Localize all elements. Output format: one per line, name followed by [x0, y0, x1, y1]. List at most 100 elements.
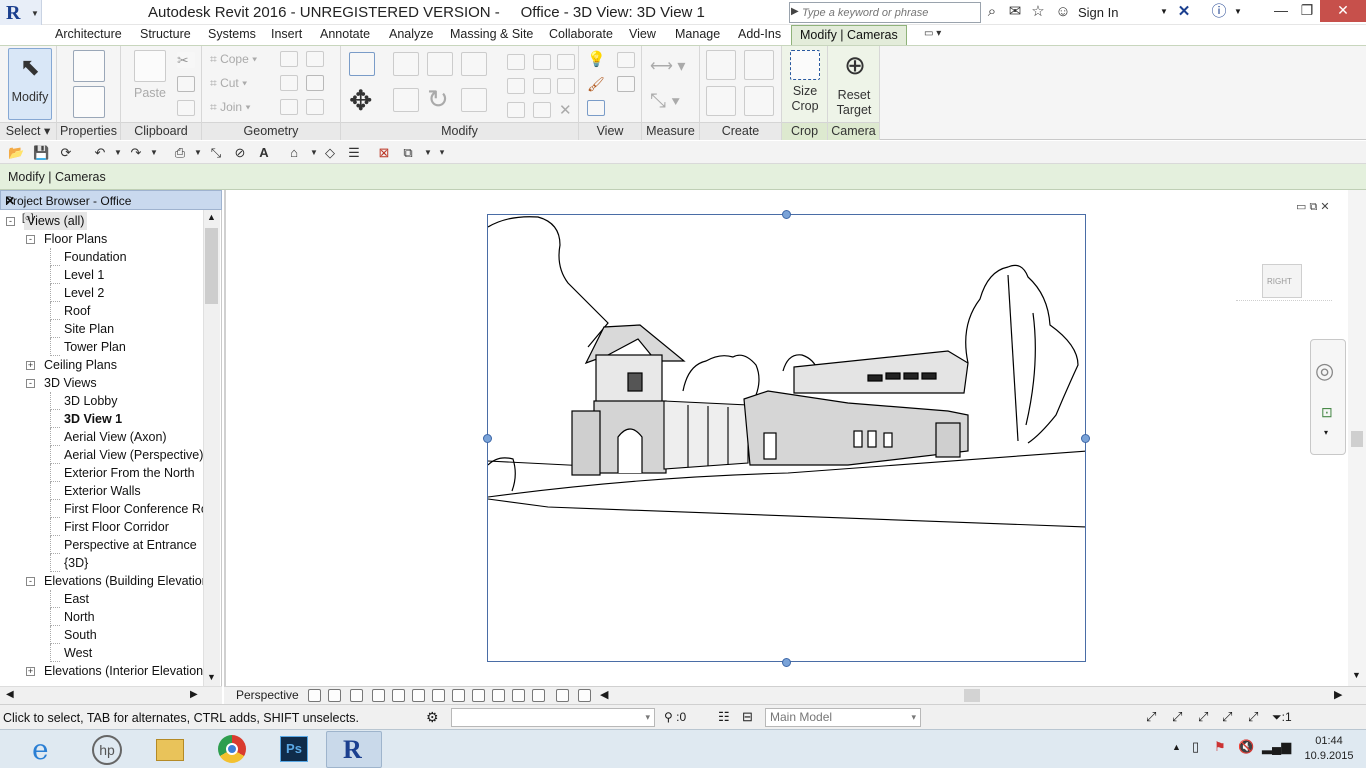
- minimize-button[interactable]: —: [1268, 0, 1294, 22]
- hide-element-icon[interactable]: [587, 100, 605, 116]
- tree-category[interactable]: Ceiling Plans: [44, 356, 117, 374]
- close-hidden-windows-icon[interactable]: ⊠: [376, 145, 392, 160]
- select-by-face-icon[interactable]: ⤢: [1222, 709, 1232, 725]
- editing-requests-icon[interactable]: ☷: [718, 709, 730, 725]
- open-icon[interactable]: 📂: [8, 145, 24, 160]
- temp-hide-icon[interactable]: [472, 689, 485, 702]
- scroll-left-icon[interactable]: ◀: [6, 689, 14, 700]
- ribbon-minimize-toggle[interactable]: ▭ ▾: [924, 28, 948, 42]
- tree-item[interactable]: West: [64, 644, 92, 662]
- tree-item[interactable]: {3D}: [64, 554, 88, 572]
- tray-device-icon[interactable]: ▯: [1192, 739, 1199, 755]
- user-icon[interactable]: ☺: [1054, 3, 1072, 21]
- collapse-icon[interactable]: -: [26, 235, 35, 244]
- text-icon[interactable]: A: [256, 145, 272, 160]
- thin-lines-icon[interactable]: ☰: [346, 145, 362, 160]
- viewcube[interactable]: RIGHT: [1236, 264, 1332, 304]
- tab-massing-site[interactable]: Massing & Site: [450, 27, 533, 41]
- hp-icon[interactable]: hp: [80, 731, 136, 768]
- tab-insert[interactable]: Insert: [271, 27, 302, 41]
- offset-icon[interactable]: [393, 52, 419, 76]
- delete-icon[interactable]: ✕: [559, 101, 572, 119]
- analytical-model-icon[interactable]: [512, 689, 525, 702]
- select-links-icon[interactable]: ⤢: [1146, 709, 1156, 725]
- redo-icon[interactable]: ↷: [128, 145, 144, 160]
- exchange-apps-icon[interactable]: ✕: [1175, 3, 1193, 21]
- crop-grip-right[interactable]: [1081, 434, 1090, 443]
- close-icon[interactable]: ✕: [5, 194, 15, 208]
- sync-icon[interactable]: ⟳: [58, 145, 74, 160]
- size-crop-button[interactable]: Size Crop: [785, 50, 825, 114]
- unlock-view-icon[interactable]: [452, 689, 465, 702]
- split-gap-icon[interactable]: [533, 54, 551, 70]
- modify-button[interactable]: ⬉ Modify: [8, 48, 52, 120]
- shadows-icon[interactable]: [372, 689, 385, 702]
- tab-manage[interactable]: Manage: [675, 27, 720, 41]
- rotate-icon[interactable]: ↻: [427, 84, 449, 115]
- crop-grip-left[interactable]: [483, 434, 492, 443]
- tree-item[interactable]: Aerial View (Perspective): [64, 446, 203, 464]
- file-explorer-icon[interactable]: [142, 731, 198, 768]
- chevron-down-icon[interactable]: ▼: [146, 145, 162, 160]
- drag-elements-icon[interactable]: ⤢: [1248, 709, 1258, 725]
- internet-explorer-icon[interactable]: e: [18, 731, 74, 768]
- scroll-left-icon[interactable]: ◀: [600, 688, 608, 701]
- paste-button[interactable]: Paste: [131, 50, 169, 100]
- subscription-icon[interactable]: ✉: [1006, 3, 1024, 21]
- scroll-down-icon[interactable]: ▼: [207, 672, 216, 682]
- chrome-icon[interactable]: [204, 731, 260, 768]
- align-icon[interactable]: [349, 52, 375, 76]
- tree-item[interactable]: Level 2: [64, 284, 104, 302]
- highlight-displacement-icon[interactable]: [532, 689, 545, 702]
- project-browser-h-scrollbar[interactable]: ◀ ▶: [0, 686, 222, 704]
- collapse-icon[interactable]: -: [26, 577, 35, 586]
- tray-alert-icon[interactable]: ⚑: [1214, 739, 1226, 755]
- search-input[interactable]: [802, 4, 978, 21]
- trim-extend-icon[interactable]: [461, 88, 487, 112]
- chevron-down-icon[interactable]: ▼: [306, 145, 322, 160]
- show-hidden-icons[interactable]: ▲: [1172, 742, 1181, 752]
- select-pinned-icon[interactable]: ⤢: [1198, 709, 1208, 725]
- visual-style-icon[interactable]: [328, 689, 341, 702]
- measure-qat-icon[interactable]: ⤡: [208, 145, 224, 160]
- linework-icon[interactable]: [617, 76, 635, 92]
- design-options-icon[interactable]: ⊟: [742, 709, 753, 725]
- wall-joins-icon[interactable]: [280, 75, 298, 91]
- hammer-icon[interactable]: [306, 99, 324, 115]
- tree-item[interactable]: North: [64, 608, 95, 626]
- scroll-right-icon[interactable]: ▶: [190, 689, 198, 700]
- paintbrush-icon[interactable]: 🖌: [587, 76, 605, 93]
- worksets-icon[interactable]: ⚙: [426, 709, 439, 726]
- dimension-icon[interactable]: ⊘: [232, 145, 248, 160]
- mirror-draw-icon[interactable]: [461, 52, 487, 76]
- tree-category[interactable]: Floor Plans: [44, 230, 107, 248]
- projection-mode[interactable]: Perspective: [236, 688, 299, 702]
- copy-element-icon[interactable]: [393, 88, 419, 112]
- tab-analyze[interactable]: Analyze: [389, 27, 433, 41]
- tab-add-ins[interactable]: Add-Ins: [738, 27, 781, 41]
- measure-between-icon[interactable]: ⟷ ▾: [650, 56, 685, 76]
- copy-icon[interactable]: [177, 76, 195, 92]
- chevron-right-icon[interactable]: ▶: [791, 6, 799, 17]
- filter-count[interactable]: ⏷:1: [1272, 710, 1292, 725]
- crop-region-frame[interactable]: [487, 214, 1086, 662]
- undo-icon[interactable]: ↶: [92, 145, 108, 160]
- tree-item[interactable]: Exterior Walls: [64, 482, 141, 500]
- tree-item[interactable]: East: [64, 590, 89, 608]
- default-3d-view-icon[interactable]: ⌂: [286, 145, 302, 160]
- tree-item[interactable]: 3D Lobby: [64, 392, 118, 410]
- match-properties-icon[interactable]: [177, 100, 195, 116]
- cut-geometry-button[interactable]: ⌗ Cut ▾: [210, 76, 247, 91]
- unpin-icon[interactable]: [557, 78, 575, 94]
- tab-annotate[interactable]: Annotate: [320, 27, 370, 41]
- pin-icon[interactable]: [557, 54, 575, 70]
- reveal-constraints-icon[interactable]: [578, 689, 591, 702]
- sun-path-icon[interactable]: [350, 689, 363, 702]
- application-menu-button[interactable]: R ▼: [0, 0, 42, 25]
- drawing-area-scrollbar[interactable]: ▼: [1348, 190, 1366, 686]
- viewcube-face[interactable]: RIGHT: [1262, 264, 1302, 298]
- print-icon[interactable]: ⎙: [172, 145, 188, 160]
- create-group-icon[interactable]: [706, 86, 736, 116]
- move-icon[interactable]: ✥: [349, 84, 372, 117]
- split-icon[interactable]: [507, 54, 525, 70]
